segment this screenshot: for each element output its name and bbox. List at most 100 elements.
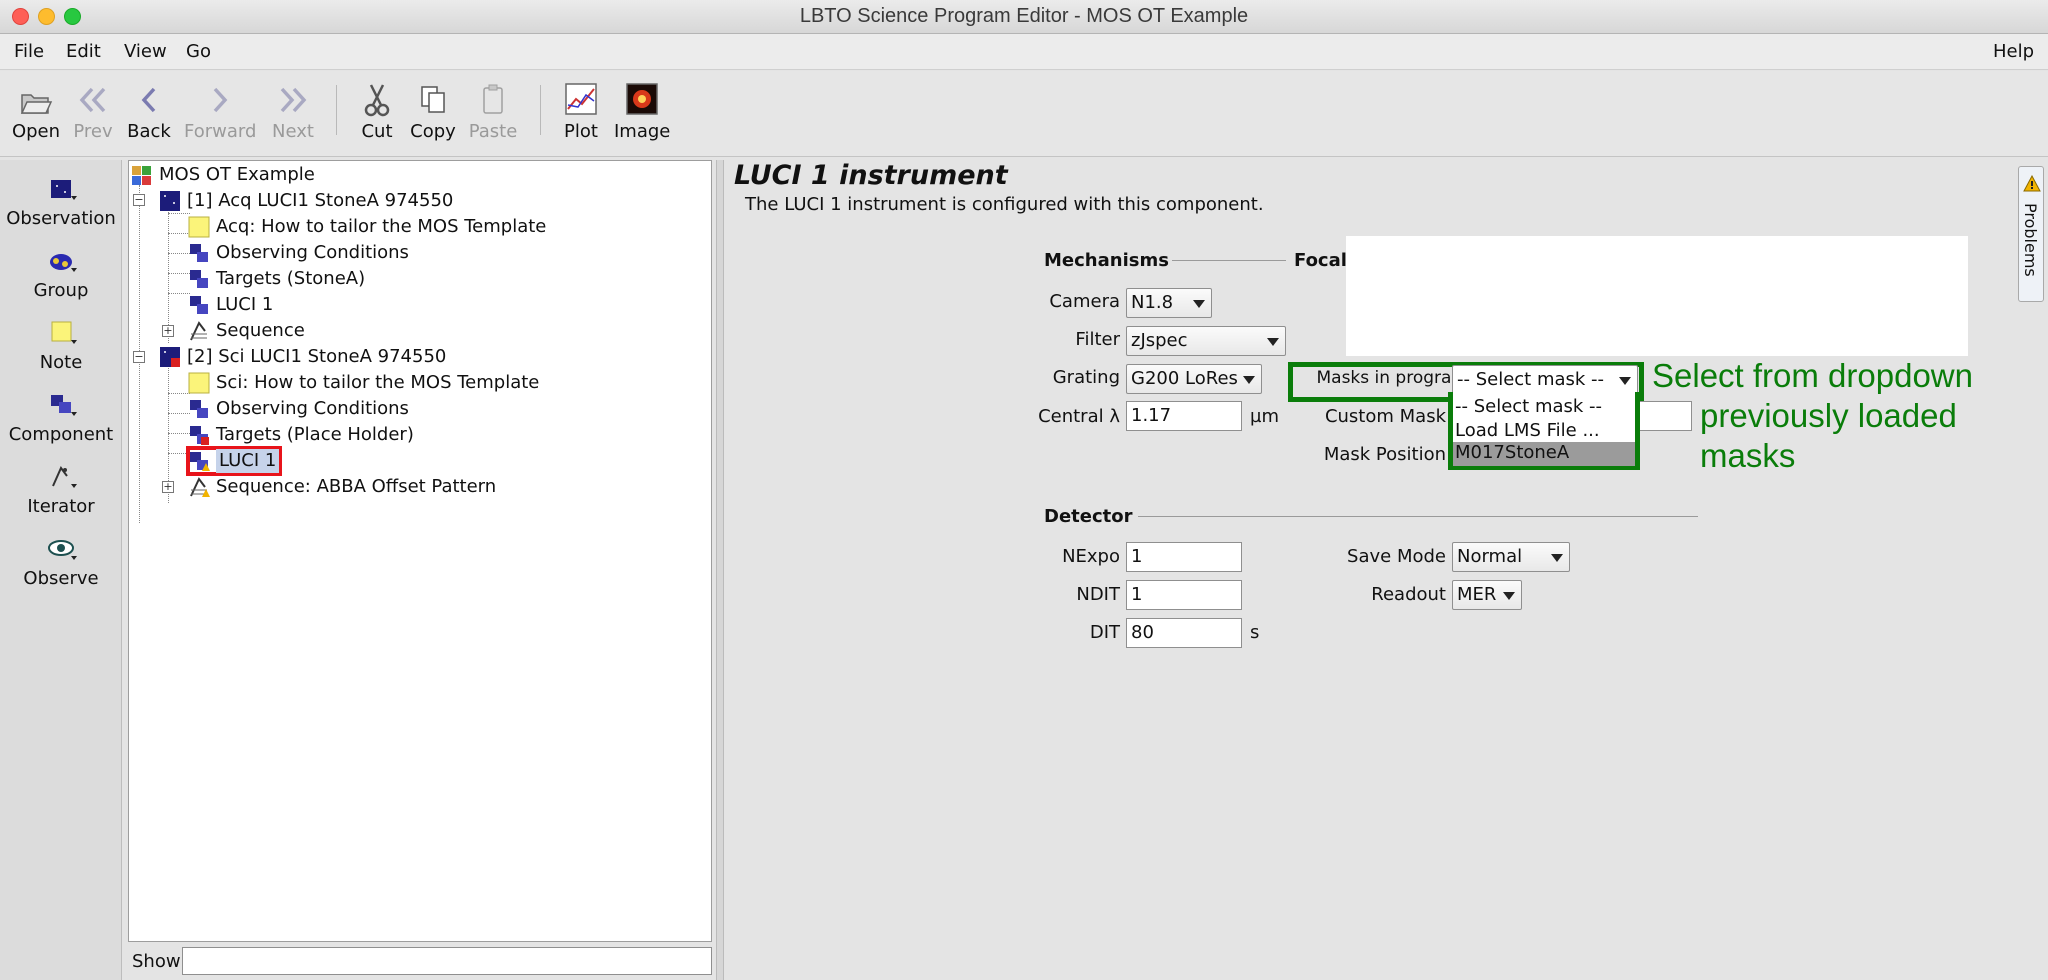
masks-in-program-value: -- Select mask --	[1457, 369, 1605, 390]
cut-label: Cut	[361, 121, 393, 142]
tree-node-label: [1] Acq LUCI1 StoneA 974550	[187, 190, 454, 211]
paste-button[interactable]: Paste	[466, 81, 520, 142]
grating-select[interactable]: G200 LoRes	[1126, 364, 1262, 394]
camera-select[interactable]: N1.8	[1126, 288, 1212, 318]
filter-select[interactable]: zJspec	[1126, 326, 1286, 356]
copy-label: Copy	[410, 121, 456, 142]
expand-toggle[interactable]: +	[162, 325, 174, 337]
split-pane-divider[interactable]	[716, 160, 724, 980]
save-mode-value: Normal	[1457, 546, 1523, 567]
palette-observation[interactable]: Observation	[0, 174, 122, 229]
scissors-icon	[364, 84, 390, 117]
tree-connector	[168, 233, 190, 234]
palette-group-label: Group	[33, 280, 89, 301]
tree-node-label: [2] Sci LUCI1 StoneA 974550	[187, 346, 447, 367]
grating-value: G200 LoRes	[1131, 368, 1238, 389]
masks-in-program-select[interactable]: -- Select mask --	[1452, 365, 1638, 395]
tree-node-label: Sci: How to tailor the MOS Template	[216, 372, 540, 393]
collapse-toggle[interactable]: −	[133, 351, 145, 363]
palette-note-label: Note	[39, 352, 83, 373]
palette-note[interactable]: Note	[0, 318, 122, 373]
open-label: Open	[11, 121, 61, 142]
prev-label: Prev	[73, 121, 113, 142]
palette-iterator[interactable]: Iterator	[0, 462, 122, 517]
mask-option[interactable]: -- Select mask --	[1455, 396, 1602, 417]
chevron-down-icon	[1267, 338, 1279, 346]
eye-icon	[48, 540, 77, 560]
next-button[interactable]: Next	[268, 81, 318, 142]
mask-option[interactable]: Load LMS File ...	[1455, 420, 1600, 441]
palette-component-label: Component	[8, 424, 114, 445]
component-warning-icon	[190, 452, 210, 471]
masks-in-program-label: Masks in program	[1316, 368, 1468, 388]
menu-edit[interactable]: Edit	[66, 41, 101, 62]
prev-button[interactable]: Prev	[70, 81, 116, 142]
forward-label: Forward	[184, 121, 257, 142]
palette-observe[interactable]: Observe	[0, 534, 122, 589]
observation-icon	[160, 191, 180, 211]
tree-node-label: Sequence	[216, 320, 305, 341]
palette-component[interactable]: Component	[0, 390, 122, 445]
toolbar: Open Prev Back Forward Next Cut Copy Pas…	[0, 71, 2048, 157]
folder-open-icon	[20, 94, 53, 114]
ndit-input[interactable]: 1	[1126, 580, 1242, 610]
back-button[interactable]: Back	[126, 81, 172, 142]
tree-connector	[168, 433, 190, 434]
open-button[interactable]: Open	[10, 81, 62, 142]
dit-input[interactable]: 80	[1126, 618, 1242, 648]
palette-observation-label: Observation	[6, 208, 116, 229]
chevron-right-icon	[213, 87, 228, 113]
menu-go[interactable]: Go	[186, 41, 211, 62]
iterator-warning-icon	[190, 477, 210, 497]
cut-button[interactable]: Cut	[356, 81, 398, 142]
mechanisms-section-title: Mechanisms	[1044, 250, 1169, 271]
iterator-icon	[190, 321, 207, 341]
tree-node-label: Targets (StoneA)	[216, 268, 366, 289]
component-icon	[190, 296, 208, 314]
component-warning-icon	[190, 426, 209, 445]
mask-option-selected[interactable]: M017StoneA	[1453, 442, 1635, 466]
expand-toggle[interactable]: +	[162, 481, 174, 493]
save-mode-select[interactable]: Normal	[1452, 542, 1570, 572]
central-wavelength-input[interactable]: 1.17	[1126, 401, 1242, 431]
plot-button[interactable]: Plot	[560, 81, 602, 142]
readout-select[interactable]: MER	[1452, 580, 1522, 610]
problems-label: Problems	[2021, 203, 2040, 277]
camera-label: Camera	[1049, 291, 1120, 312]
problems-tab[interactable]: Problems	[2018, 166, 2044, 302]
window-title: LBTO Science Program Editor - MOS OT Exa…	[799, 5, 1249, 27]
paste-label: Paste	[468, 121, 518, 142]
filter-label: Filter	[1075, 329, 1120, 350]
editor-description: The LUCI 1 instrument is configured with…	[745, 194, 1264, 215]
show-label: Show	[132, 951, 181, 972]
tree-node-label: Observing Conditions	[216, 398, 409, 419]
warning-icon	[2023, 175, 2041, 192]
double-chevron-left-icon	[79, 87, 106, 113]
collapse-toggle[interactable]: −	[133, 194, 145, 206]
copy-button[interactable]: Copy	[408, 81, 458, 142]
central-wavelength-unit: µm	[1250, 406, 1279, 427]
camera-value: N1.8	[1131, 292, 1174, 313]
chevron-down-icon	[1619, 377, 1631, 385]
nexpo-input[interactable]: 1	[1126, 542, 1242, 572]
program-icon	[132, 166, 151, 185]
show-input[interactable]	[182, 947, 712, 975]
annotation-line: previously loaded	[1700, 397, 1957, 434]
program-tree[interactable]: MOS OT Example − [1] Acq LUCI1 StoneA 97…	[128, 160, 712, 942]
editor-heading: LUCI 1 instrument	[734, 160, 1008, 191]
component-icon	[190, 400, 208, 418]
forward-button[interactable]: Forward	[184, 81, 256, 142]
mask-dropdown-list: -- Select mask -- Load LMS File ... M017…	[1448, 392, 1640, 470]
image-button[interactable]: Image	[614, 81, 670, 142]
clipboard-icon	[483, 84, 503, 114]
tree-connector	[168, 253, 190, 254]
title-bar: LBTO Science Program Editor - MOS OT Exa…	[0, 0, 2048, 34]
readout-label: Readout	[1371, 584, 1446, 605]
grating-label: Grating	[1052, 367, 1120, 388]
menu-file[interactable]: File	[14, 41, 44, 62]
palette-group[interactable]: Group	[0, 246, 122, 301]
image-icon	[626, 83, 658, 115]
menu-help[interactable]: Help	[1993, 41, 2034, 62]
menu-view[interactable]: View	[124, 41, 167, 62]
component-icon	[190, 244, 208, 262]
